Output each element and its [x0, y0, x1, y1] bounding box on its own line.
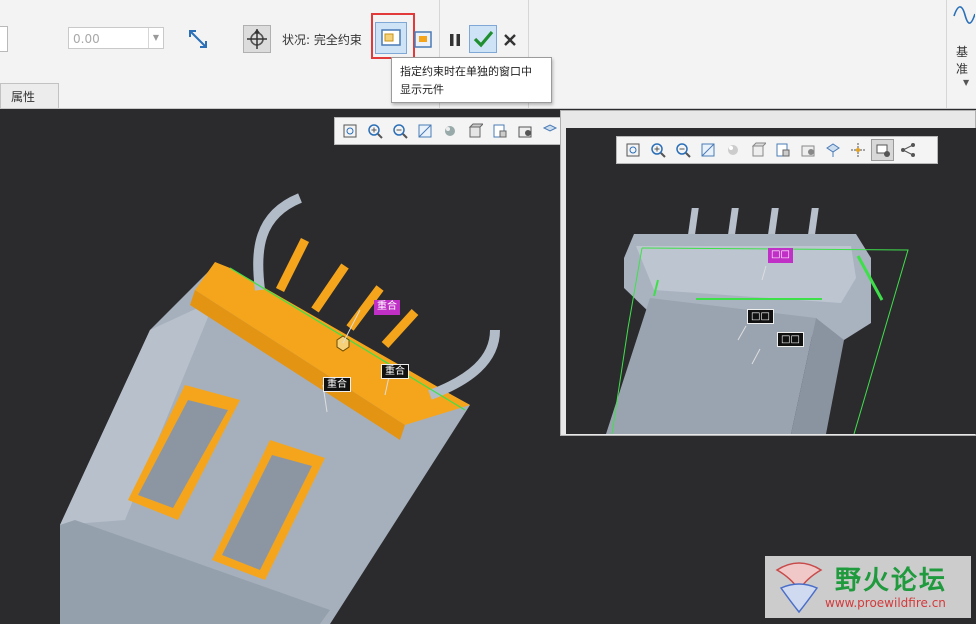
- saved-views-button[interactable]: [463, 120, 486, 142]
- shading-icon: [727, 145, 738, 155]
- saved-views-icon: [468, 123, 483, 138]
- display-style-button[interactable]: [796, 139, 819, 161]
- zoom-in-button[interactable]: [646, 139, 669, 161]
- constraint-tag[interactable]: □□: [747, 309, 774, 324]
- watermark-title: 野火论坛: [835, 566, 948, 596]
- datum-display-icon: [825, 143, 840, 157]
- saved-views-icon: [751, 142, 766, 157]
- zoom-out-icon: [675, 143, 691, 158]
- zoom-out-button[interactable]: [389, 120, 412, 142]
- component-window[interactable]: □□ □□ □□: [560, 110, 976, 436]
- chevron-down-icon[interactable]: ▼: [148, 28, 163, 48]
- checkmark-icon: [473, 30, 494, 48]
- tooltip: 指定约束时在单独的窗口中 显示元件: [391, 57, 552, 103]
- display-style-button[interactable]: [513, 120, 536, 142]
- datum-curve-button[interactable]: [952, 2, 976, 28]
- cancel-button[interactable]: [500, 29, 520, 51]
- datum-display-button[interactable]: [821, 139, 844, 161]
- display-style-icon: [518, 126, 532, 138]
- forum-logo-icon: [775, 562, 823, 614]
- spin-center-button[interactable]: [846, 139, 869, 161]
- view-manager-button[interactable]: [771, 139, 794, 161]
- flip-constraint-button[interactable]: [184, 26, 212, 52]
- confirm-button[interactable]: [469, 25, 497, 53]
- refit-icon: [343, 124, 357, 138]
- constraint-tag[interactable]: 重合: [374, 300, 400, 315]
- datum-group-label: 基准: [956, 45, 969, 76]
- view-manager-icon: [776, 143, 789, 157]
- component-view-toolbar: [616, 136, 938, 164]
- tooltip-line-1: 指定约束时在单独的窗口中: [400, 65, 532, 78]
- constraint-status-label: 状况: 完全约束: [282, 33, 362, 47]
- move-component-button[interactable]: [243, 25, 271, 53]
- offset-value-input[interactable]: [69, 29, 149, 49]
- annotation-display-icon: [876, 144, 890, 157]
- saved-views-button[interactable]: [746, 139, 769, 161]
- zoom-out-button[interactable]: [671, 139, 694, 161]
- ribbon-separator: [946, 0, 947, 108]
- component-model[interactable]: [566, 128, 976, 434]
- zoom-out-icon: [393, 124, 408, 139]
- zoom-in-icon: [650, 143, 666, 158]
- repaint-icon: [418, 124, 432, 138]
- view-manager-button[interactable]: [488, 120, 511, 142]
- shading-icon: [445, 126, 455, 136]
- spin-center-icon: [850, 143, 865, 157]
- shading-button[interactable]: [721, 139, 744, 161]
- flip-icon: [189, 30, 207, 48]
- shading-button[interactable]: [439, 120, 462, 142]
- constraint-tag[interactable]: □□: [768, 248, 793, 263]
- constraint-tag[interactable]: 重合: [381, 364, 409, 379]
- refit-button[interactable]: [339, 120, 362, 142]
- pause-icon: [450, 34, 460, 46]
- constraint-tag[interactable]: □□: [777, 332, 804, 347]
- view-toolbar: [334, 117, 562, 145]
- zoom-in-icon: [368, 124, 384, 139]
- annotation-display-button[interactable]: [871, 139, 894, 161]
- chevron-down-icon[interactable]: ▼: [963, 78, 969, 87]
- refit-icon: [626, 143, 639, 157]
- move-axis-icon: [247, 29, 267, 49]
- view-manager-icon: [493, 124, 507, 138]
- refit-button[interactable]: [621, 139, 644, 161]
- connection-display-button[interactable]: [896, 139, 919, 161]
- pause-button[interactable]: [444, 28, 466, 52]
- close-icon: [504, 34, 516, 46]
- highlight-box: [371, 13, 415, 59]
- display-style-icon: [801, 145, 814, 157]
- watermark-url: www.proewildfire.cn: [825, 596, 946, 610]
- repaint-button[interactable]: [414, 120, 437, 142]
- watermark: 野火论坛 www.proewildfire.cn: [765, 556, 971, 618]
- datum-display-button[interactable]: [538, 120, 561, 142]
- tooltip-line-2: 显示元件: [400, 83, 444, 96]
- datum-display-icon: [542, 124, 557, 132]
- connection-icon: [900, 143, 915, 157]
- constraint-tag[interactable]: 重合: [323, 377, 351, 392]
- offset-value-field[interactable]: ▼: [68, 27, 164, 49]
- ribbon: ▼ 状况: 完全约束: [0, 0, 976, 109]
- zoom-in-button[interactable]: [364, 120, 387, 142]
- tab-properties[interactable]: 属性: [0, 83, 59, 108]
- component-window-viewport[interactable]: □□ □□ □□: [566, 128, 976, 434]
- repaint-icon: [701, 143, 714, 157]
- repaint-button[interactable]: [696, 139, 719, 161]
- sine-wave-icon: [953, 6, 975, 24]
- constraint-type-field[interactable]: [0, 26, 8, 52]
- component-window-button[interactable]: [411, 28, 435, 52]
- component-window-icon: [414, 31, 432, 48]
